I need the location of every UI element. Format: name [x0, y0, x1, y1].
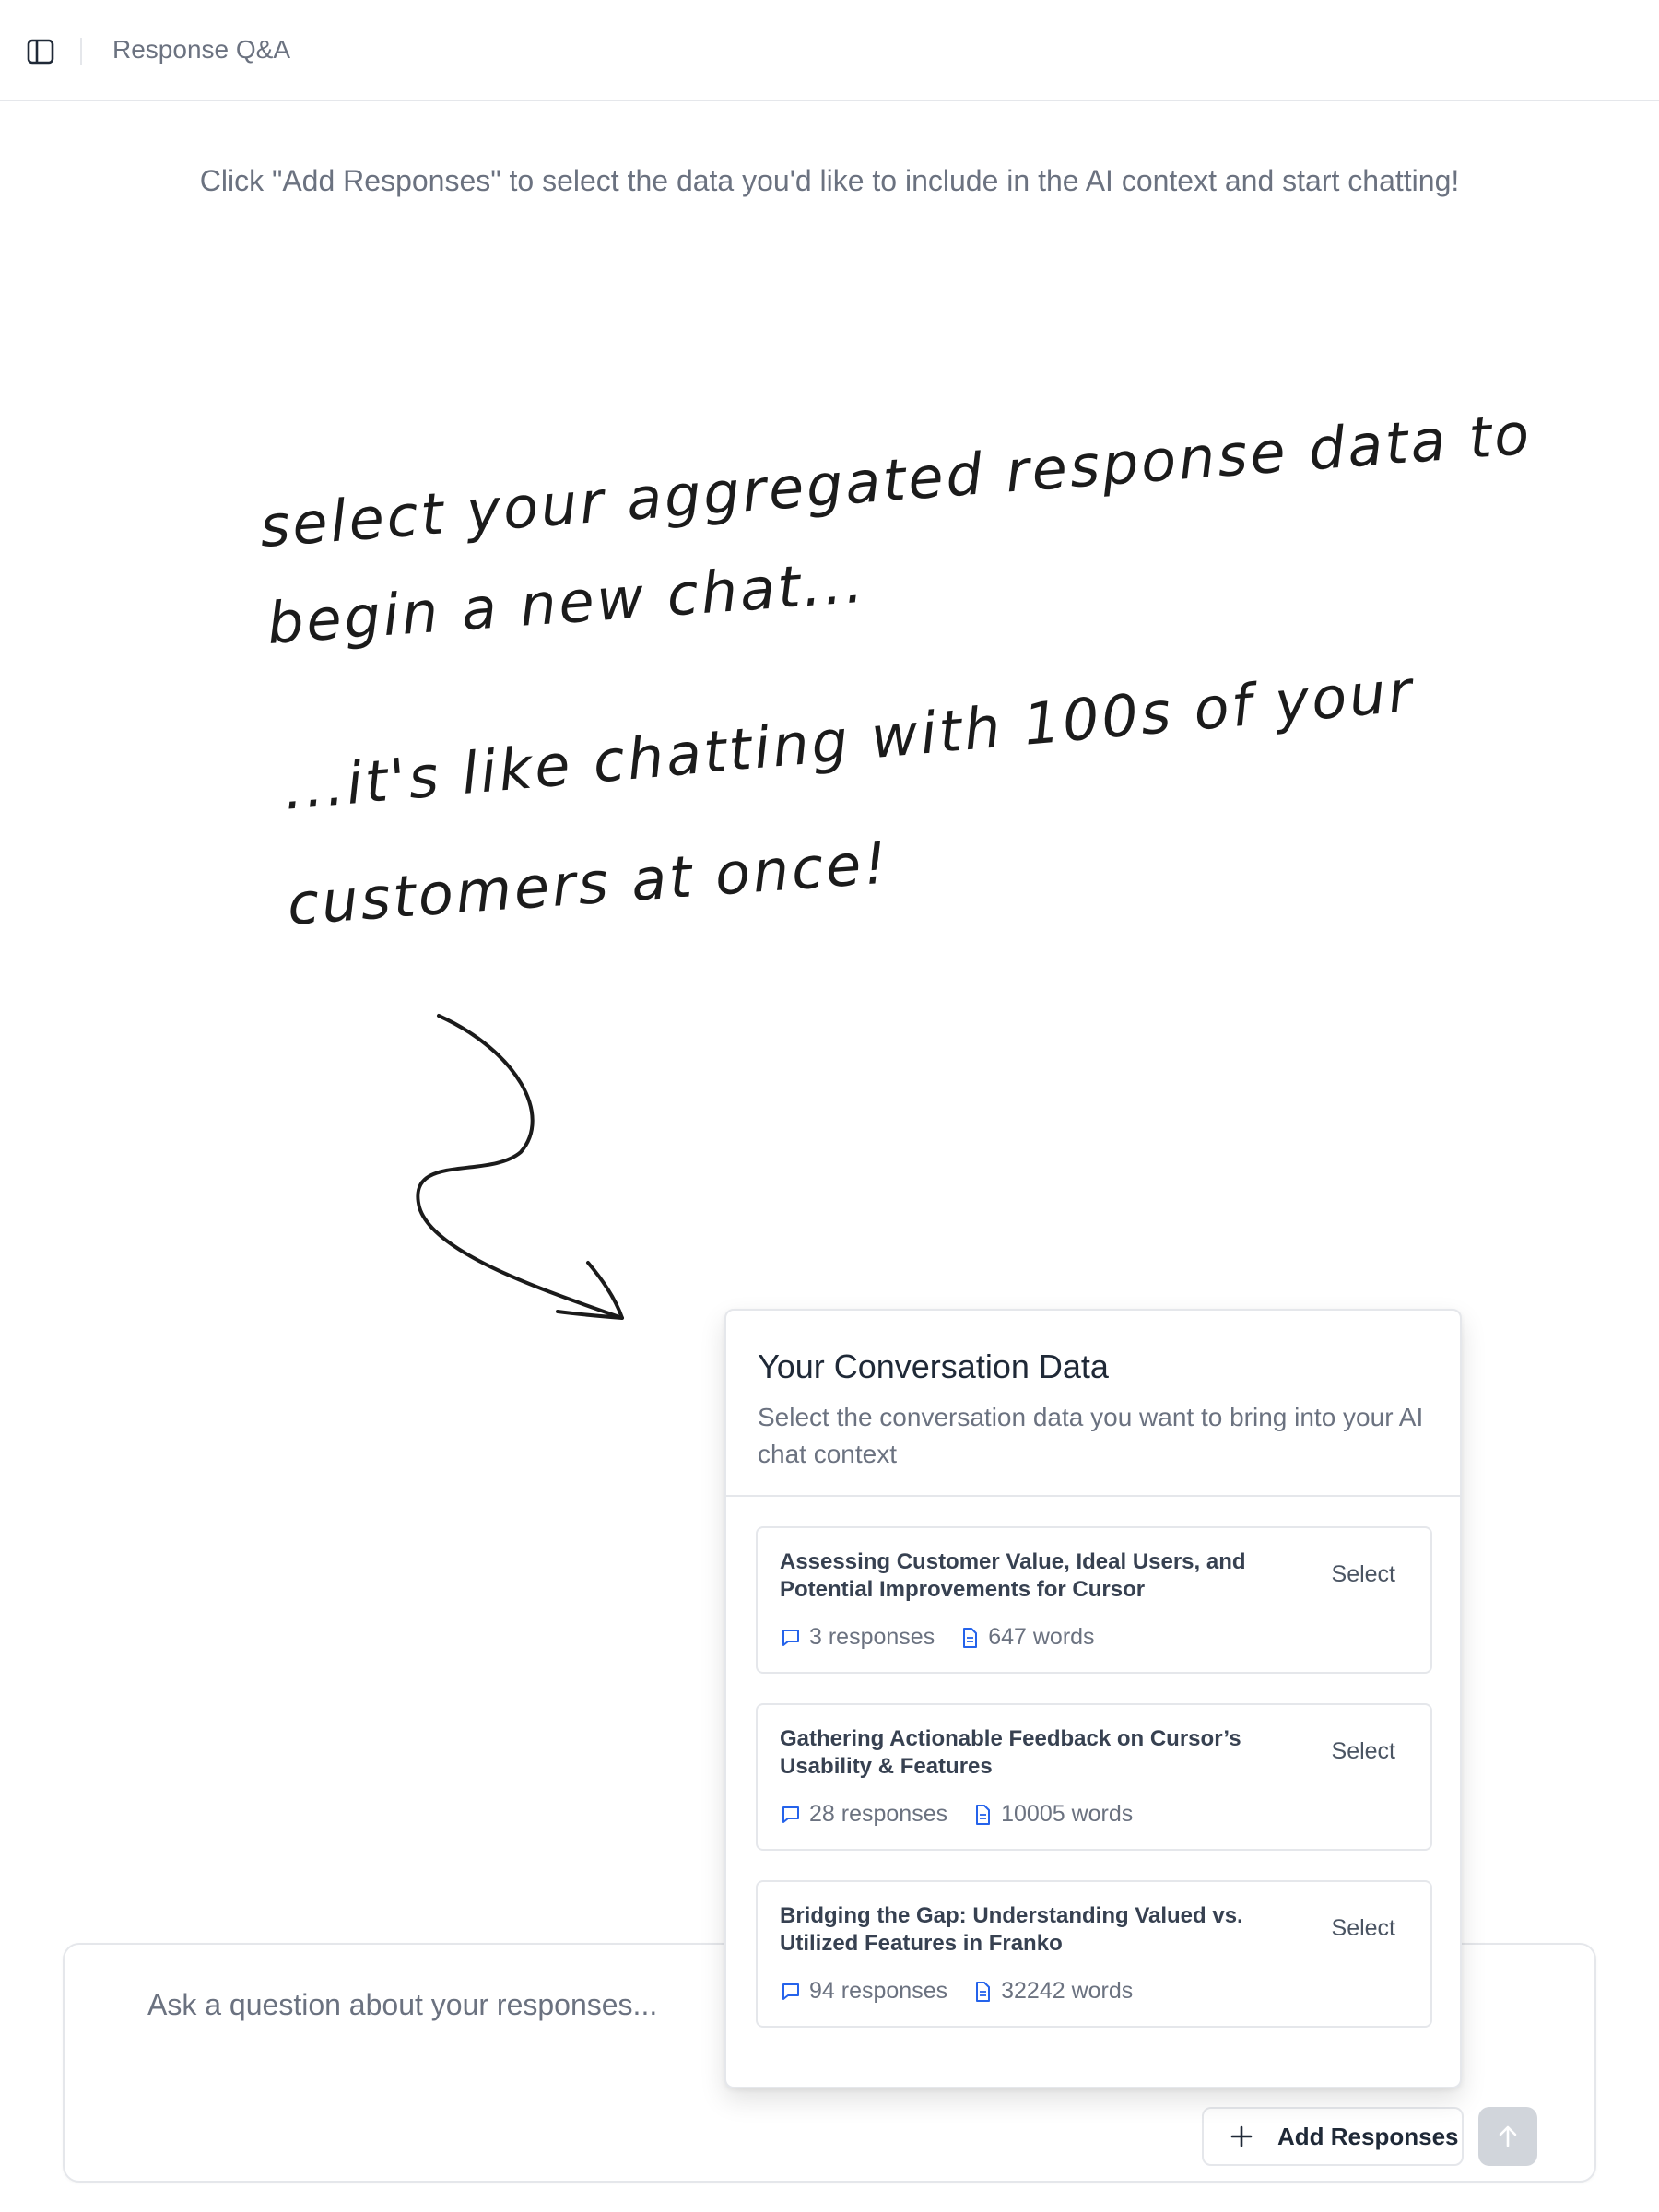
response-count: 3 responses — [809, 1624, 935, 1650]
word-count: 647 words — [988, 1624, 1095, 1650]
page: Response Q&A Click "Add Responses" to se… — [0, 0, 1659, 2212]
conversation-meta: 94 responses 32242 words — [780, 1978, 1133, 2005]
popover-title: Your Conversation Data — [758, 1347, 1109, 1385]
curved-arrow-icon — [416, 1014, 624, 1320]
message-icon — [782, 1806, 799, 1823]
popover-subtitle: Select the conversation data you want to… — [758, 1403, 1424, 1468]
conversation-card: Bridging the Gap: Understanding Valued v… — [756, 1880, 1432, 2028]
conversation-title: Bridging the Gap: Understanding Valued v… — [780, 1903, 1243, 1956]
top-bar: Response Q&A — [0, 0, 1659, 101]
word-count: 10005 words — [1001, 1801, 1134, 1827]
conversation-card: Assessing Customer Value, Ideal Users, a… — [756, 1526, 1432, 1674]
add-responses-button[interactable]: Add Responses — [1202, 2107, 1464, 2166]
sidebar-toggle-icon — [27, 39, 54, 65]
plus-icon — [1230, 2125, 1253, 2147]
send-button[interactable] — [1478, 2107, 1537, 2166]
select-button[interactable]: Select — [1332, 1561, 1395, 1588]
message-icon — [782, 1983, 799, 2000]
document-icon — [976, 1804, 991, 1825]
arrow-up-icon — [1499, 2125, 1517, 2147]
popover-divider — [726, 1495, 1460, 1497]
header-divider — [80, 38, 82, 65]
annotation-line-3: ...it's like chatting with 100s of your — [280, 656, 1418, 823]
word-count: 32242 words — [1001, 1978, 1134, 2004]
add-responses-label: Add Responses — [1277, 2122, 1459, 2150]
conversation-data-popover: Your Conversation Data Select the conver… — [724, 1309, 1462, 2088]
sidebar-toggle-button[interactable] — [24, 37, 57, 66]
response-count: 28 responses — [809, 1801, 948, 1827]
conversation-card: Gathering Actionable Feedback on Cursor’… — [756, 1703, 1432, 1851]
annotation-line-1: select your aggregated response data to — [257, 399, 1535, 560]
document-icon — [976, 1981, 991, 2002]
response-count: 94 responses — [809, 1978, 948, 2004]
intro-instructions: Click "Add Responses" to select the data… — [199, 164, 1460, 197]
select-button[interactable]: Select — [1332, 1915, 1395, 1942]
conversation-title: Assessing Customer Value, Ideal Users, a… — [780, 1549, 1246, 1602]
annotation-line-2: begin a new chat... — [265, 547, 868, 657]
conversation-meta: 28 responses 10005 words — [780, 1801, 1133, 1828]
message-icon — [782, 1629, 799, 1646]
document-icon — [963, 1627, 978, 1648]
select-button[interactable]: Select — [1332, 1738, 1395, 1765]
page-title: Response Q&A — [112, 35, 290, 64]
conversation-meta: 3 responses 647 words — [780, 1624, 1095, 1651]
annotation-line-4: customers at once! — [285, 829, 892, 938]
conversation-title: Gathering Actionable Feedback on Cursor’… — [780, 1726, 1241, 1779]
